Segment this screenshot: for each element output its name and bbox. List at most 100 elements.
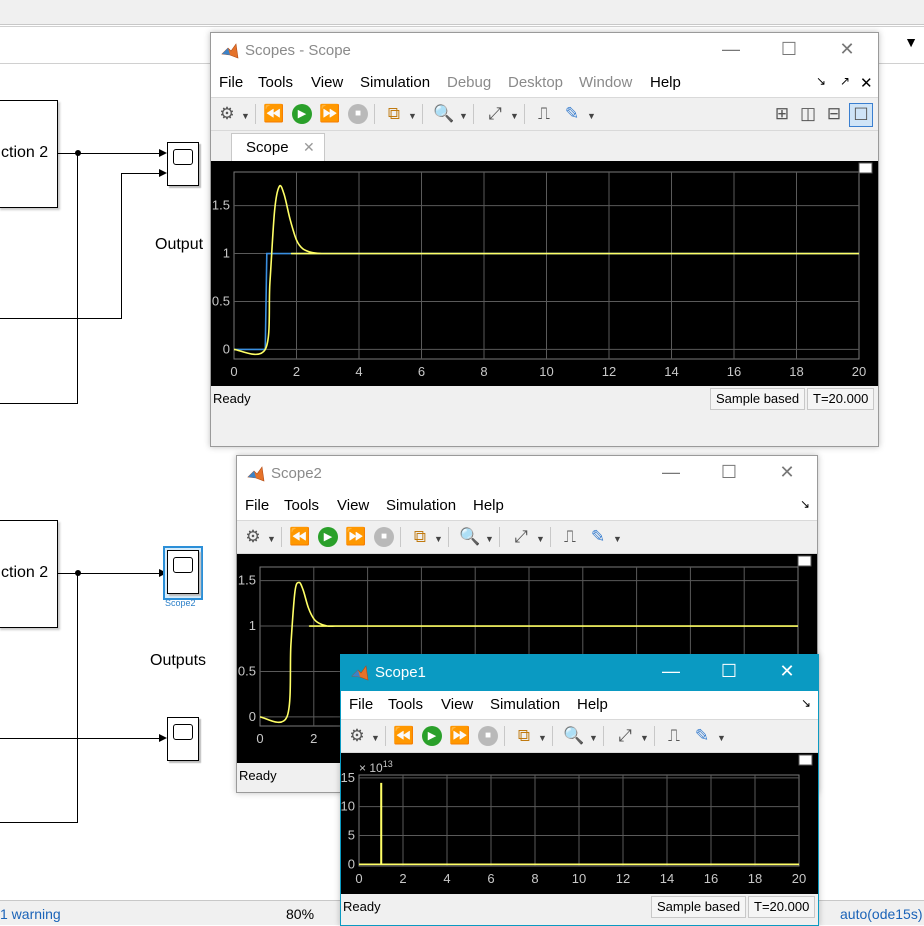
menu-tools[interactable]: Tools: [258, 74, 293, 91]
menu-window[interactable]: Window: [579, 74, 632, 91]
scope1-plot-area[interactable]: 0 2 4 6 8 10 12 14 16 18 20 0 5 10 15 × 1013: [341, 753, 818, 894]
chevron-down-icon[interactable]: ▼: [640, 733, 649, 743]
close-icon[interactable]: ✕: [775, 462, 799, 483]
chevron-down-icon[interactable]: ▼: [904, 34, 918, 50]
undock-icon[interactable]: ↗: [840, 74, 850, 88]
chevron-down-icon[interactable]: ▼: [717, 733, 726, 743]
signal-line[interactable]: [0, 403, 78, 404]
menu-tools[interactable]: Tools: [388, 696, 423, 713]
settings-gear-icon[interactable]: ⚙: [242, 526, 264, 548]
function-block-bottom[interactable]: ction 2: [0, 520, 58, 628]
title-bar[interactable]: Scope1 — ☐ ✕: [341, 655, 818, 691]
menu-simulation[interactable]: Simulation: [360, 74, 430, 91]
menu-view[interactable]: View: [441, 696, 473, 713]
warning-link[interactable]: 1 warning: [0, 906, 61, 922]
highlight-block-icon[interactable]: ⧉: [409, 526, 431, 548]
chevron-down-icon[interactable]: ▼: [485, 534, 494, 544]
layout-columns-icon[interactable]: ◫: [797, 103, 819, 125]
chevron-down-icon[interactable]: ▼: [510, 111, 519, 121]
step-forward-icon[interactable]: ⏩: [449, 725, 471, 747]
stop-icon[interactable]: ■: [348, 104, 368, 124]
chevron-down-icon[interactable]: ▼: [587, 111, 596, 121]
highlight-block-icon[interactable]: ⧉: [383, 103, 405, 125]
menu-file[interactable]: File: [349, 696, 373, 713]
autoscale-icon[interactable]: ⤢: [510, 526, 532, 548]
menu-view[interactable]: View: [311, 74, 343, 91]
signal-line[interactable]: [121, 173, 122, 319]
close-icon[interactable]: ✕: [835, 39, 859, 60]
title-bar[interactable]: Scopes - Scope — ☐ ✕: [211, 33, 878, 69]
highlight-block-icon[interactable]: ⧉: [513, 725, 535, 747]
stop-icon[interactable]: ■: [374, 527, 394, 547]
tab-close-icon[interactable]: ✕: [303, 139, 315, 156]
step-forward-icon[interactable]: ⏩: [319, 103, 341, 125]
chevron-down-icon[interactable]: ▼: [536, 534, 545, 544]
menu-debug[interactable]: Debug: [447, 74, 491, 91]
zoom-in-icon[interactable]: 🔍: [433, 103, 455, 125]
step-back-icon[interactable]: ⏪: [393, 725, 415, 747]
menu-simulation[interactable]: Simulation: [490, 696, 560, 713]
menu-simulation[interactable]: Simulation: [386, 497, 456, 514]
signal-line[interactable]: [0, 822, 78, 823]
autoscale-icon[interactable]: ⤢: [484, 103, 506, 125]
chevron-down-icon[interactable]: ▼: [434, 534, 443, 544]
signal-line[interactable]: [0, 738, 159, 739]
scope-block[interactable]: [167, 142, 199, 186]
signal-line[interactable]: [121, 173, 159, 174]
chevron-down-icon[interactable]: ▼: [459, 111, 468, 121]
close-icon[interactable]: ✕: [775, 661, 799, 682]
menu-help[interactable]: Help: [473, 497, 504, 514]
run-icon[interactable]: ▶: [292, 104, 312, 124]
menu-view[interactable]: View: [337, 497, 369, 514]
chevron-down-icon[interactable]: ▼: [589, 733, 598, 743]
menu-help[interactable]: Help: [577, 696, 608, 713]
chevron-down-icon[interactable]: ▼: [613, 534, 622, 544]
title-bar[interactable]: Scope2 — ☐ ✕: [237, 456, 817, 492]
chevron-down-icon[interactable]: ▼: [267, 534, 276, 544]
minimize-icon[interactable]: —: [659, 462, 683, 483]
step-back-icon[interactable]: ⏪: [263, 103, 285, 125]
run-icon[interactable]: ▶: [422, 726, 442, 746]
step-forward-icon[interactable]: ⏩: [345, 526, 367, 548]
signal-line[interactable]: [57, 153, 159, 154]
run-icon[interactable]: ▶: [318, 527, 338, 547]
cursor-measurements-icon[interactable]: ✎: [587, 526, 609, 548]
scope-plot-area[interactable]: 0 2 4 6 8 10 12 14 16 18 20 0 0.5 1 1.5: [211, 161, 878, 386]
step-back-icon[interactable]: ⏪: [289, 526, 311, 548]
settings-gear-icon[interactable]: ⚙: [216, 103, 238, 125]
chevron-down-icon[interactable]: ▼: [408, 111, 417, 121]
minimize-icon[interactable]: —: [719, 39, 743, 60]
maximize-icon[interactable]: ☐: [777, 39, 801, 60]
scope1-chart[interactable]: 0 2 4 6 8 10 12 14 16 18 20 0 5 10 15: [341, 753, 816, 894]
signal-line[interactable]: [77, 573, 78, 823]
chevron-down-icon[interactable]: ▼: [241, 111, 250, 121]
dock-arrow-icon[interactable]: ↘: [801, 696, 811, 710]
menu-tools[interactable]: Tools: [284, 497, 319, 514]
autoscale-icon[interactable]: ⤢: [614, 725, 636, 747]
layout-grid-icon[interactable]: ⊞: [771, 103, 793, 125]
menu-file[interactable]: File: [219, 74, 243, 91]
signal-line[interactable]: [0, 318, 122, 319]
menu-help[interactable]: Help: [650, 74, 681, 91]
layout-rows-icon[interactable]: ⊟: [823, 103, 845, 125]
cursor-measurements-icon[interactable]: ✎: [561, 103, 583, 125]
maximize-icon[interactable]: ☐: [717, 462, 741, 483]
cursor-measurements-icon[interactable]: ✎: [691, 725, 713, 747]
dock-arrow-icon[interactable]: ↘: [816, 74, 826, 88]
tab-scope[interactable]: Scope ✕: [231, 133, 325, 161]
signal-line[interactable]: [57, 573, 159, 574]
maximize-icon[interactable]: ☐: [717, 661, 741, 682]
chevron-down-icon[interactable]: ▼: [371, 733, 380, 743]
stop-icon[interactable]: ■: [478, 726, 498, 746]
layout-single-icon[interactable]: ☐: [849, 103, 873, 127]
scope-chart[interactable]: 0 2 4 6 8 10 12 14 16 18 20 0 0.5 1 1.5: [211, 161, 876, 386]
function-block-top[interactable]: ction 2: [0, 100, 58, 208]
menu-desktop[interactable]: Desktop: [508, 74, 563, 91]
scope1-block[interactable]: [167, 717, 199, 761]
scope2-block-selected[interactable]: [163, 546, 203, 600]
solver-link[interactable]: auto(ode15s): [840, 906, 923, 922]
menu-file[interactable]: File: [245, 497, 269, 514]
minimize-icon[interactable]: —: [659, 661, 683, 682]
trigger-icon[interactable]: ⎍: [533, 103, 555, 125]
settings-gear-icon[interactable]: ⚙: [346, 725, 368, 747]
